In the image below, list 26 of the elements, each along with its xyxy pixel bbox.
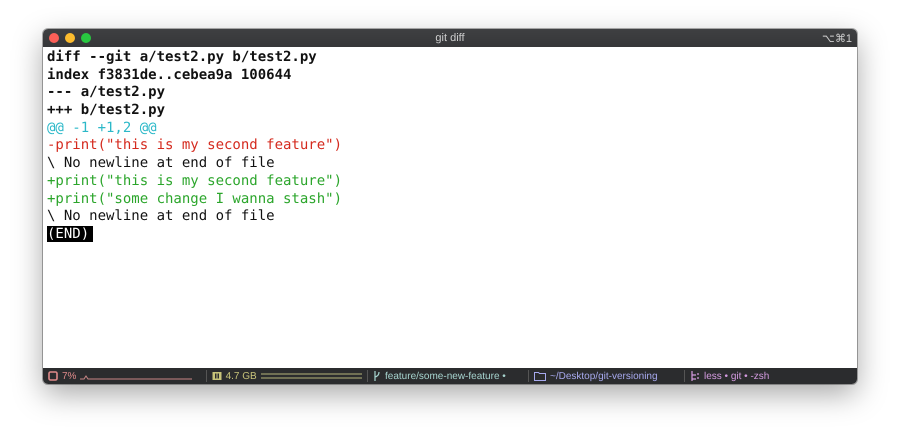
cpu-usage: 7%	[62, 370, 76, 382]
diff-header-line: --- a/test2.py	[47, 84, 166, 100]
diff-header-line: index f3831de..cebea9a 100644	[47, 66, 292, 83]
git-branch: feature/some-new-feature •	[385, 370, 506, 382]
zoom-button[interactable]	[81, 33, 91, 43]
memory-icon	[212, 371, 222, 381]
added-line: +print("some change I wanna stash")	[47, 190, 342, 206]
working-directory: ~/Desktop/git-versioning	[550, 370, 658, 382]
hunk-header-line: @@ -1 +1,2 @@	[47, 120, 157, 136]
end-marker: (END)	[47, 226, 94, 242]
output-line: \ No newline at end of file	[47, 155, 275, 172]
close-button[interactable]	[49, 33, 59, 43]
process-list: less • git • -zsh	[704, 370, 770, 382]
diff-header-line: +++ b/test2.py	[47, 102, 166, 118]
branch-icon	[373, 371, 381, 381]
minimize-button[interactable]	[65, 33, 75, 43]
cpu-icon	[48, 371, 58, 381]
window-title: git diff	[435, 32, 465, 44]
removed-line: -print("this is my second feature")	[47, 137, 342, 154]
added-line: +print("this is my second feature")	[47, 172, 342, 189]
memory-usage: 4.7 GB	[226, 370, 257, 382]
folder-icon	[534, 371, 546, 381]
diff-header-line: diff --git a/test2.py b/test2.py	[47, 49, 317, 65]
process-tree-icon	[690, 371, 700, 381]
output-line: \ No newline at end of file	[47, 208, 275, 224]
shortcut-label: ⌥⌘1	[822, 32, 853, 44]
